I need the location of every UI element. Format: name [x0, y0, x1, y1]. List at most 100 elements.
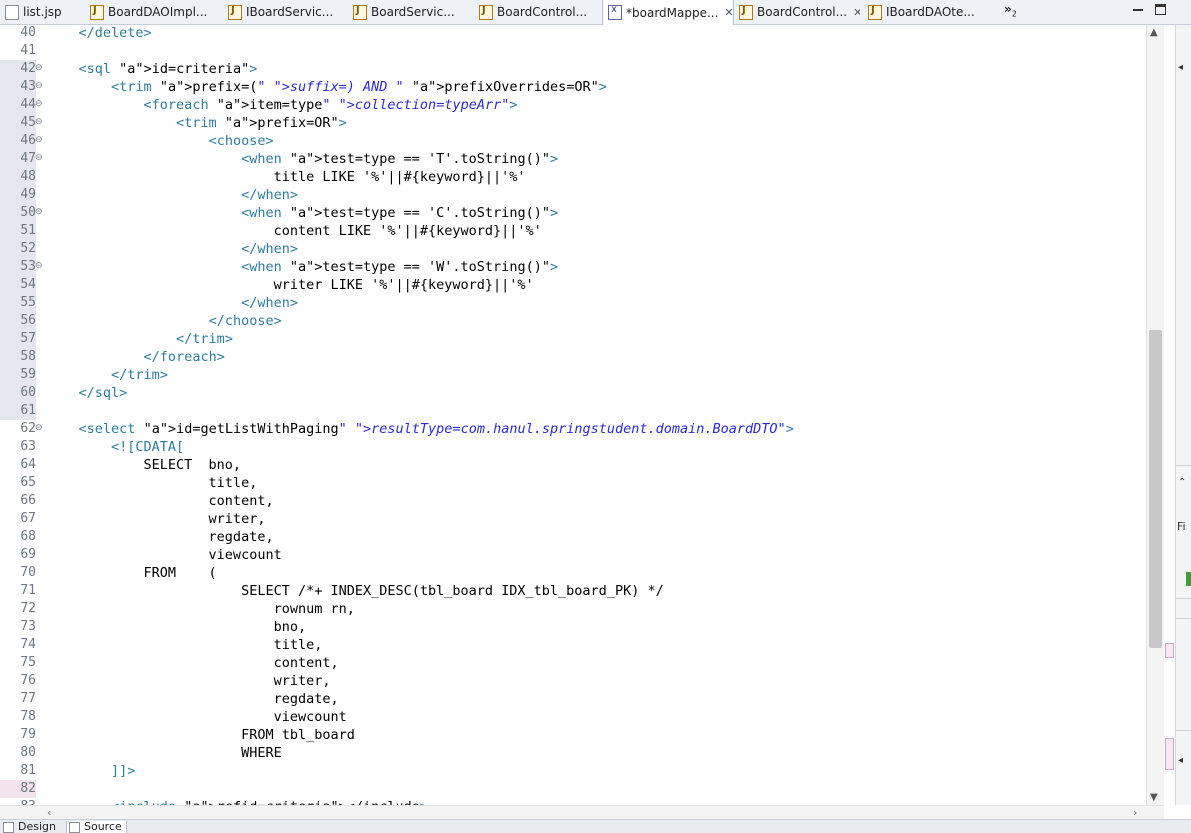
close-tab-icon[interactable]: ✕ [724, 6, 733, 19]
editor-tab[interactable]: IBoardDAOte... [863, 0, 988, 24]
code-line[interactable]: 49 </when> [0, 186, 1146, 204]
scroll-down-icon[interactable]: ▼ [1150, 792, 1158, 803]
code-line[interactable]: 80 WHERE [0, 744, 1146, 762]
code-line[interactable]: 41 [0, 42, 1146, 60]
panel-arrow-icon[interactable]: ◂ [1178, 755, 1183, 766]
fold-toggle-icon[interactable]: ⊖ [35, 262, 43, 271]
mode-tab[interactable]: Source [66, 821, 127, 833]
editor-tab[interactable]: IBoardServic... [223, 0, 345, 24]
editor-tab[interactable]: BoardDAOImpl... [85, 0, 220, 24]
code-text: writer, [46, 511, 266, 527]
code-line[interactable]: 76 writer, [0, 672, 1146, 690]
code-line[interactable]: 54 writer LIKE '%'||#{keyword}||'%' [0, 276, 1146, 294]
line-number: 48 [0, 168, 36, 186]
code-line[interactable]: 70 FROM ( [0, 564, 1146, 582]
editor-tab[interactable]: *boardMappe... ✕ [602, 0, 734, 25]
code-line[interactable]: 45 ⊖ <trim "a">prefix=OR"> [0, 114, 1146, 132]
code-line[interactable]: 65 title, [0, 474, 1146, 492]
code-line[interactable]: 62 ⊖ <select "a">id=getListWithPaging" ">… [0, 420, 1146, 438]
code-line[interactable]: 53 ⊖ <when "a">test=type == 'W'.toString(… [0, 258, 1146, 276]
code-line[interactable]: 40 </delete> [0, 25, 1146, 42]
code-line[interactable]: 51 content LIKE '%'||#{keyword}||'%' [0, 222, 1146, 240]
close-tab-icon[interactable]: ✕ [853, 6, 860, 19]
code-line[interactable]: 83 <include "a">refid=criteria"></includ… [0, 798, 1146, 805]
right-side-panel: ◂ ⌃ Fi ◂ [1175, 25, 1191, 805]
code-text: viewcount [46, 709, 347, 725]
code-line[interactable]: 46 ⊖ <choose> [0, 132, 1146, 150]
fold-toggle-icon[interactable]: ⊖ [35, 64, 43, 73]
code-line[interactable]: 58 </foreach> [0, 348, 1146, 366]
fold-toggle-icon[interactable]: ⊖ [35, 136, 43, 145]
code-line[interactable]: 71 SELECT /*+ INDEX_DESC(tbl_board IDX_t… [0, 582, 1146, 600]
panel-chevron-icon[interactable]: ⌃ [1178, 477, 1186, 488]
code-line[interactable]: 82 [0, 780, 1146, 798]
code-text: WHERE [46, 745, 282, 761]
overview-marker[interactable] [1165, 643, 1174, 658]
overflow-count: 2 [1011, 9, 1017, 19]
editor-tab-bar: »2 list.jsp BoardDAOImpl... IBoardServic..… [0, 0, 1191, 25]
scroll-left-icon[interactable]: ‹ [47, 806, 51, 819]
code-text: </trim> [176, 331, 233, 347]
minimize-icon[interactable] [1133, 4, 1144, 15]
source-editor[interactable]: 40 </delete> 41 42 ⊖ <sql "a">id=criteria">… [0, 25, 1146, 805]
code-line[interactable]: 64 SELECT bno, [0, 456, 1146, 474]
code-line[interactable]: 69 viewcount [0, 546, 1146, 564]
code-line[interactable]: 68 regdate, [0, 528, 1146, 546]
code-line[interactable]: 55 </when> [0, 294, 1146, 312]
code-line[interactable]: 48 title LIKE '%'||#{keyword}||'%' [0, 168, 1146, 186]
code-line[interactable]: 42 ⊖ <sql "a">id=criteria"> [0, 60, 1146, 78]
vertical-scroll-thumb[interactable] [1149, 330, 1162, 648]
code-line[interactable]: 47 ⊖ <when "a">test=type == 'T'.toString(… [0, 150, 1146, 168]
overview-marker[interactable] [1165, 738, 1174, 770]
panel-label: Fi [1177, 520, 1186, 533]
code-line[interactable]: 44 ⊖ <foreach "a">item=type" ">collection… [0, 96, 1146, 114]
code-line[interactable]: 50 ⊖ <when "a">test=type == 'C'.toString(… [0, 204, 1146, 222]
code-text: <sql "a">id=criteria"> [78, 61, 258, 77]
java-file-icon [739, 4, 753, 20]
horizontal-scrollbar[interactable]: ‹ › [0, 805, 1164, 820]
scroll-right-icon[interactable]: › [1133, 806, 1137, 819]
editor-tab[interactable]: BoardServic... [348, 0, 471, 24]
code-line[interactable]: 67 writer, [0, 510, 1146, 528]
code-line[interactable]: 59 </trim> [0, 366, 1146, 384]
code-line[interactable]: 52 </when> [0, 240, 1146, 258]
code-line[interactable]: 73 bno, [0, 618, 1146, 636]
tabs-overflow-button[interactable]: »2 [1004, 2, 1017, 18]
code-line[interactable]: 72 rownum rn, [0, 600, 1146, 618]
code-text: </trim> [111, 367, 168, 383]
code-line[interactable]: 56 </choose> [0, 312, 1146, 330]
fold-toggle-icon[interactable]: ⊖ [35, 154, 43, 163]
maximize-icon[interactable] [1155, 4, 1166, 15]
code-line[interactable]: 77 regdate, [0, 690, 1146, 708]
code-line[interactable]: 81 ]]> [0, 762, 1146, 780]
code-line[interactable]: 60 </sql> [0, 384, 1146, 402]
code-line[interactable]: 74 title, [0, 636, 1146, 654]
code-line[interactable]: 63 <![CDATA[ [0, 438, 1146, 456]
line-number: 50 [0, 204, 36, 222]
fold-toggle-icon[interactable]: ⊖ [35, 100, 43, 109]
scroll-up-icon[interactable]: ▲ [1150, 27, 1158, 38]
fold-toggle-icon[interactable]: ⊖ [35, 82, 43, 91]
fold-toggle-icon[interactable]: ⊖ [35, 208, 43, 217]
code-line[interactable]: 78 viewcount [0, 708, 1146, 726]
editor-tab[interactable]: list.jsp [0, 0, 80, 24]
panel-collapse-icon[interactable]: ◂ [1178, 62, 1183, 73]
code-text: </sql> [78, 385, 128, 401]
editor-tab[interactable]: BoardControl... [474, 0, 599, 24]
line-number: 74 [20, 637, 36, 652]
editor-tab[interactable]: BoardControl... ✕ [734, 0, 860, 24]
code-line[interactable]: 57 </trim> [0, 330, 1146, 348]
vertical-scrollbar[interactable]: ▲ ▼ [1146, 25, 1165, 805]
fold-toggle-icon[interactable]: ⊖ [35, 424, 43, 433]
code-line[interactable]: 43 ⊖ <trim "a">prefix=(" ">suffix=) AND "… [0, 78, 1146, 96]
fold-toggle-icon[interactable]: ⊖ [35, 118, 43, 127]
code-line[interactable]: 66 content, [0, 492, 1146, 510]
code-text: ]]> [111, 763, 136, 779]
mode-tab[interactable]: Design [3, 821, 56, 833]
line-number: 53 [0, 258, 36, 276]
code-line[interactable]: 75 content, [0, 654, 1146, 672]
code-line[interactable]: 61 [0, 402, 1146, 420]
code-line[interactable]: 79 FROM tbl_board [0, 726, 1146, 744]
code-text: <select "a">id=getListWithPaging" ">resu… [78, 421, 794, 437]
code-text: <include "a">refid=criteria"></include> [46, 798, 428, 805]
